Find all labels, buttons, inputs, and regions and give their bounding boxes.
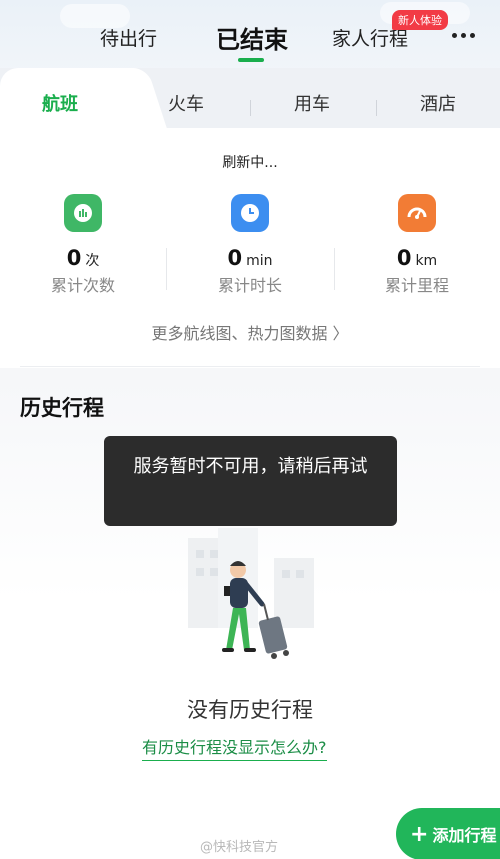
add-trip-label: 添加行程 [432, 826, 497, 845]
empty-state-title: 没有历史行程 [187, 698, 313, 722]
stat-value: 0 km [396, 246, 438, 270]
stat-label: 累计时长 [217, 276, 282, 295]
history-title: 历史行程 [20, 396, 104, 420]
stat-value: 0 min [227, 246, 273, 270]
top-nav: 待出行 已结束 家人行程 新人体验 [0, 0, 500, 74]
error-toast: 服务暂时不可用，请稍后再试 [104, 436, 397, 526]
stat-duration: 0 min 累计时长 [167, 194, 333, 296]
stat-label: 累计里程 [384, 276, 449, 295]
traveler-illustration [178, 528, 328, 668]
add-trip-button[interactable]: + 添加行程 [396, 808, 500, 859]
tab-upcoming[interactable]: 待出行 [100, 24, 157, 51]
refresh-status: 刷新中... [222, 155, 278, 171]
divider [250, 100, 251, 116]
stat-value: 0次 [66, 246, 100, 270]
stats-card: 刷新中... 0次 累计次数 0 min 累计时长 0 km 累计里程 更多航线图、… [0, 128, 500, 368]
tab-finished[interactable]: 已结束 [216, 20, 288, 55]
chart-icon [64, 194, 102, 232]
clock-icon [231, 194, 269, 232]
tab-hotels[interactable]: 酒店 [420, 90, 456, 116]
tab-car[interactable]: 用车 [294, 90, 330, 116]
plus-icon: + [410, 821, 429, 847]
tab-trains[interactable]: 火车 [168, 90, 204, 116]
more-menu-icon[interactable] [452, 33, 475, 38]
active-tab-indicator [238, 58, 264, 62]
stat-count: 0次 累计次数 [0, 194, 166, 296]
tab-flights[interactable]: 航班 [42, 90, 78, 116]
stat-distance: 0 km 累计里程 [334, 194, 500, 296]
missing-history-help-link[interactable]: 有历史行程没显示怎么办? [142, 734, 327, 761]
more-route-data-link[interactable]: 更多航线图、热力图数据 〉 [0, 320, 500, 344]
new-user-badge: 新人体验 [392, 10, 448, 30]
stat-label: 累计次数 [50, 276, 115, 295]
page: 待出行 已结束 家人行程 新人体验 航班 火车 用车 酒店 刷新中... 0次 … [0, 0, 500, 859]
category-tabs: 航班 火车 用车 酒店 [0, 68, 500, 128]
watermark: @快科技官方 [200, 840, 279, 855]
gauge-icon [398, 194, 436, 232]
divider [376, 100, 377, 116]
divider [20, 366, 480, 367]
